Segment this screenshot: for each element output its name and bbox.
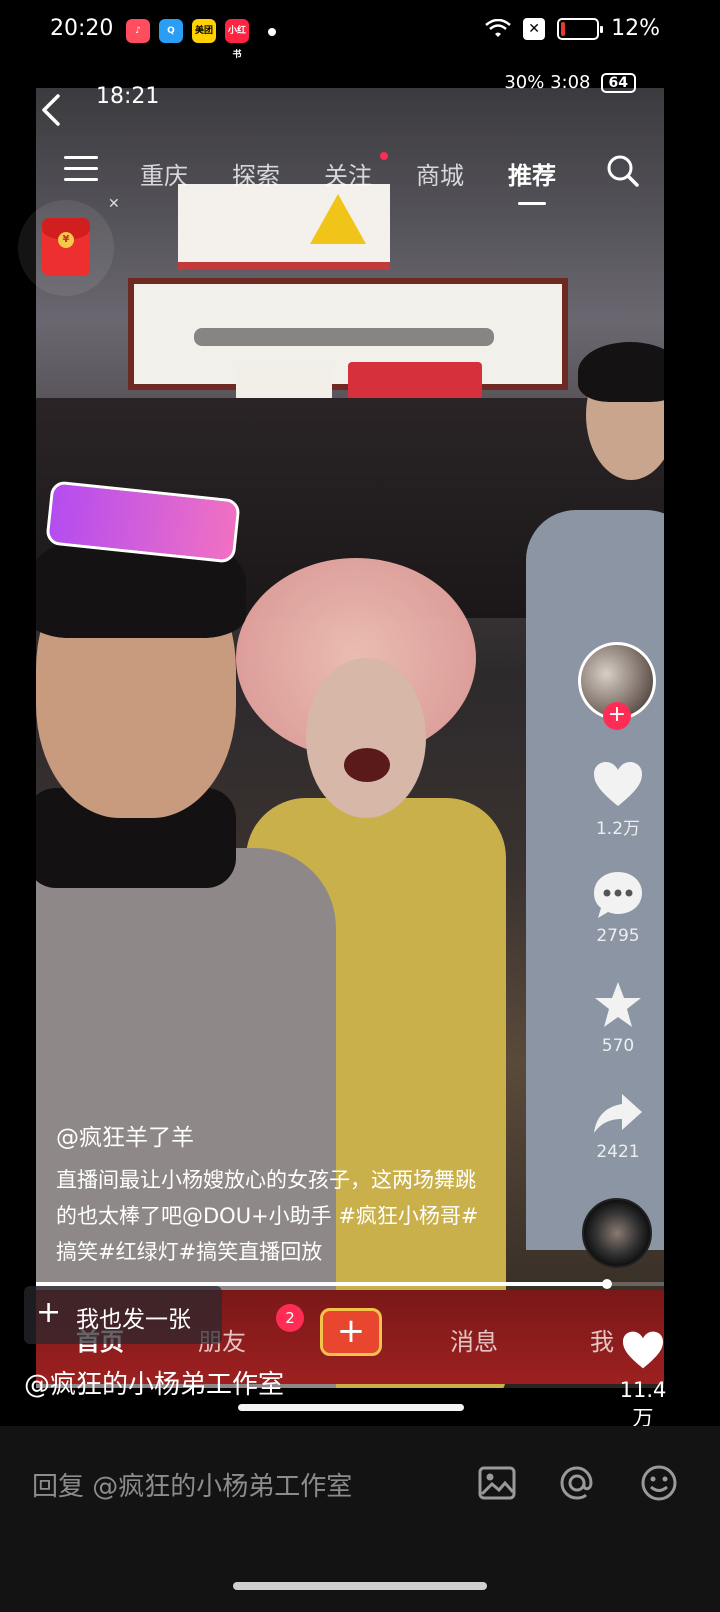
battery-percent: 12% — [611, 16, 660, 41]
like-count: 1.2万 — [595, 819, 641, 839]
status-bar: 20:20 ♪ Q 美团 小红书 ✕ 12% — [0, 0, 720, 64]
tab-chongqing[interactable]: 重庆 — [140, 156, 188, 191]
post-one-button[interactable]: + 我也发一张 — [24, 1286, 222, 1344]
create-button[interactable]: + — [320, 1308, 382, 1356]
video-author[interactable]: @疯狂羊了羊 — [56, 1118, 194, 1152]
music-disc-icon[interactable] — [582, 1198, 652, 1268]
nav-messages[interactable]: 消息 — [450, 1322, 498, 1357]
comment-action[interactable]: 2795 — [580, 870, 656, 946]
video-caption: 直播间最让小杨嫂放心的女孩子，这两场舞跳的也太棒了吧@DOU+小助手 #疯狂小杨… — [56, 1168, 479, 1264]
gesture-bar — [233, 1582, 487, 1590]
at-mention-icon[interactable] — [556, 1462, 598, 1504]
favorite-count: 570 — [601, 1036, 635, 1056]
tab-explore[interactable]: 探索 — [232, 156, 280, 191]
sim-off-icon: ✕ — [523, 17, 546, 40]
reply-input[interactable]: 回复 @疯狂的小杨弟工作室 — [32, 1466, 352, 1503]
share-action[interactable]: 2421 — [580, 1090, 656, 1162]
inner-status-bar: 18:21 30% 3:08 64 — [96, 72, 636, 112]
menu-icon[interactable] — [64, 156, 98, 182]
wifi-icon — [485, 18, 511, 37]
plus-icon: + — [36, 1295, 62, 1330]
tab-following[interactable]: 关注 — [324, 156, 372, 191]
comment-like-button[interactable]: 11.4万 — [610, 1330, 676, 1432]
inner-top-nav: 重庆 探索 关注 商城 推荐 — [36, 144, 664, 205]
search-icon[interactable] — [606, 154, 640, 188]
image-icon[interactable] — [476, 1462, 518, 1504]
comment-icon — [594, 872, 642, 918]
post-one-label: 我也发一张 — [76, 1307, 191, 1333]
inner-status-right: 30% 3:08 64 — [504, 72, 636, 93]
comment-like-count: 11.4万 — [619, 1378, 667, 1430]
status-time: 20:20 — [50, 16, 114, 41]
meituan-app-icon: 美团 — [192, 19, 216, 43]
tab-recommend[interactable]: 推荐 — [508, 156, 556, 205]
red-envelope-icon: ¥ — [42, 218, 90, 276]
share-count: 2421 — [596, 1142, 640, 1162]
close-icon[interactable]: ✕ — [108, 196, 120, 212]
inner-battery: 64 — [600, 72, 636, 93]
share-icon — [594, 1094, 642, 1133]
status-app-icons: ♪ Q 美团 小红书 — [126, 19, 249, 60]
follow-plus-icon[interactable]: + — [603, 702, 631, 730]
studio-name[interactable]: @疯狂的小杨弟工作室 — [24, 1364, 284, 1401]
red-packet-button[interactable]: ¥ — [18, 200, 114, 296]
emoji-icon[interactable] — [638, 1462, 680, 1504]
heart-icon — [623, 1331, 663, 1369]
back-icon[interactable] — [36, 92, 66, 128]
friends-badge: 2 — [276, 1304, 304, 1332]
xiaohongshu-app-icon: 小红书 — [225, 19, 249, 60]
following-dot-icon — [380, 152, 388, 160]
inner-status-text: 30% 3:08 — [504, 72, 591, 93]
home-indicator — [238, 1404, 464, 1411]
like-action[interactable]: 1.2万 — [580, 760, 656, 839]
battery-icon — [557, 17, 604, 40]
heart-icon — [594, 762, 642, 806]
status-right: ✕ 12% — [485, 16, 660, 41]
star-icon — [595, 982, 641, 1027]
tiktok-app-icon: ♪ — [126, 19, 150, 43]
search-app-icon: Q — [159, 19, 183, 43]
notification-dot-icon — [268, 28, 276, 36]
tab-mall[interactable]: 商城 — [416, 156, 464, 191]
comment-count: 2795 — [596, 926, 640, 946]
favorite-action[interactable]: 570 — [580, 980, 656, 1056]
inner-status-time: 18:21 — [96, 84, 160, 109]
